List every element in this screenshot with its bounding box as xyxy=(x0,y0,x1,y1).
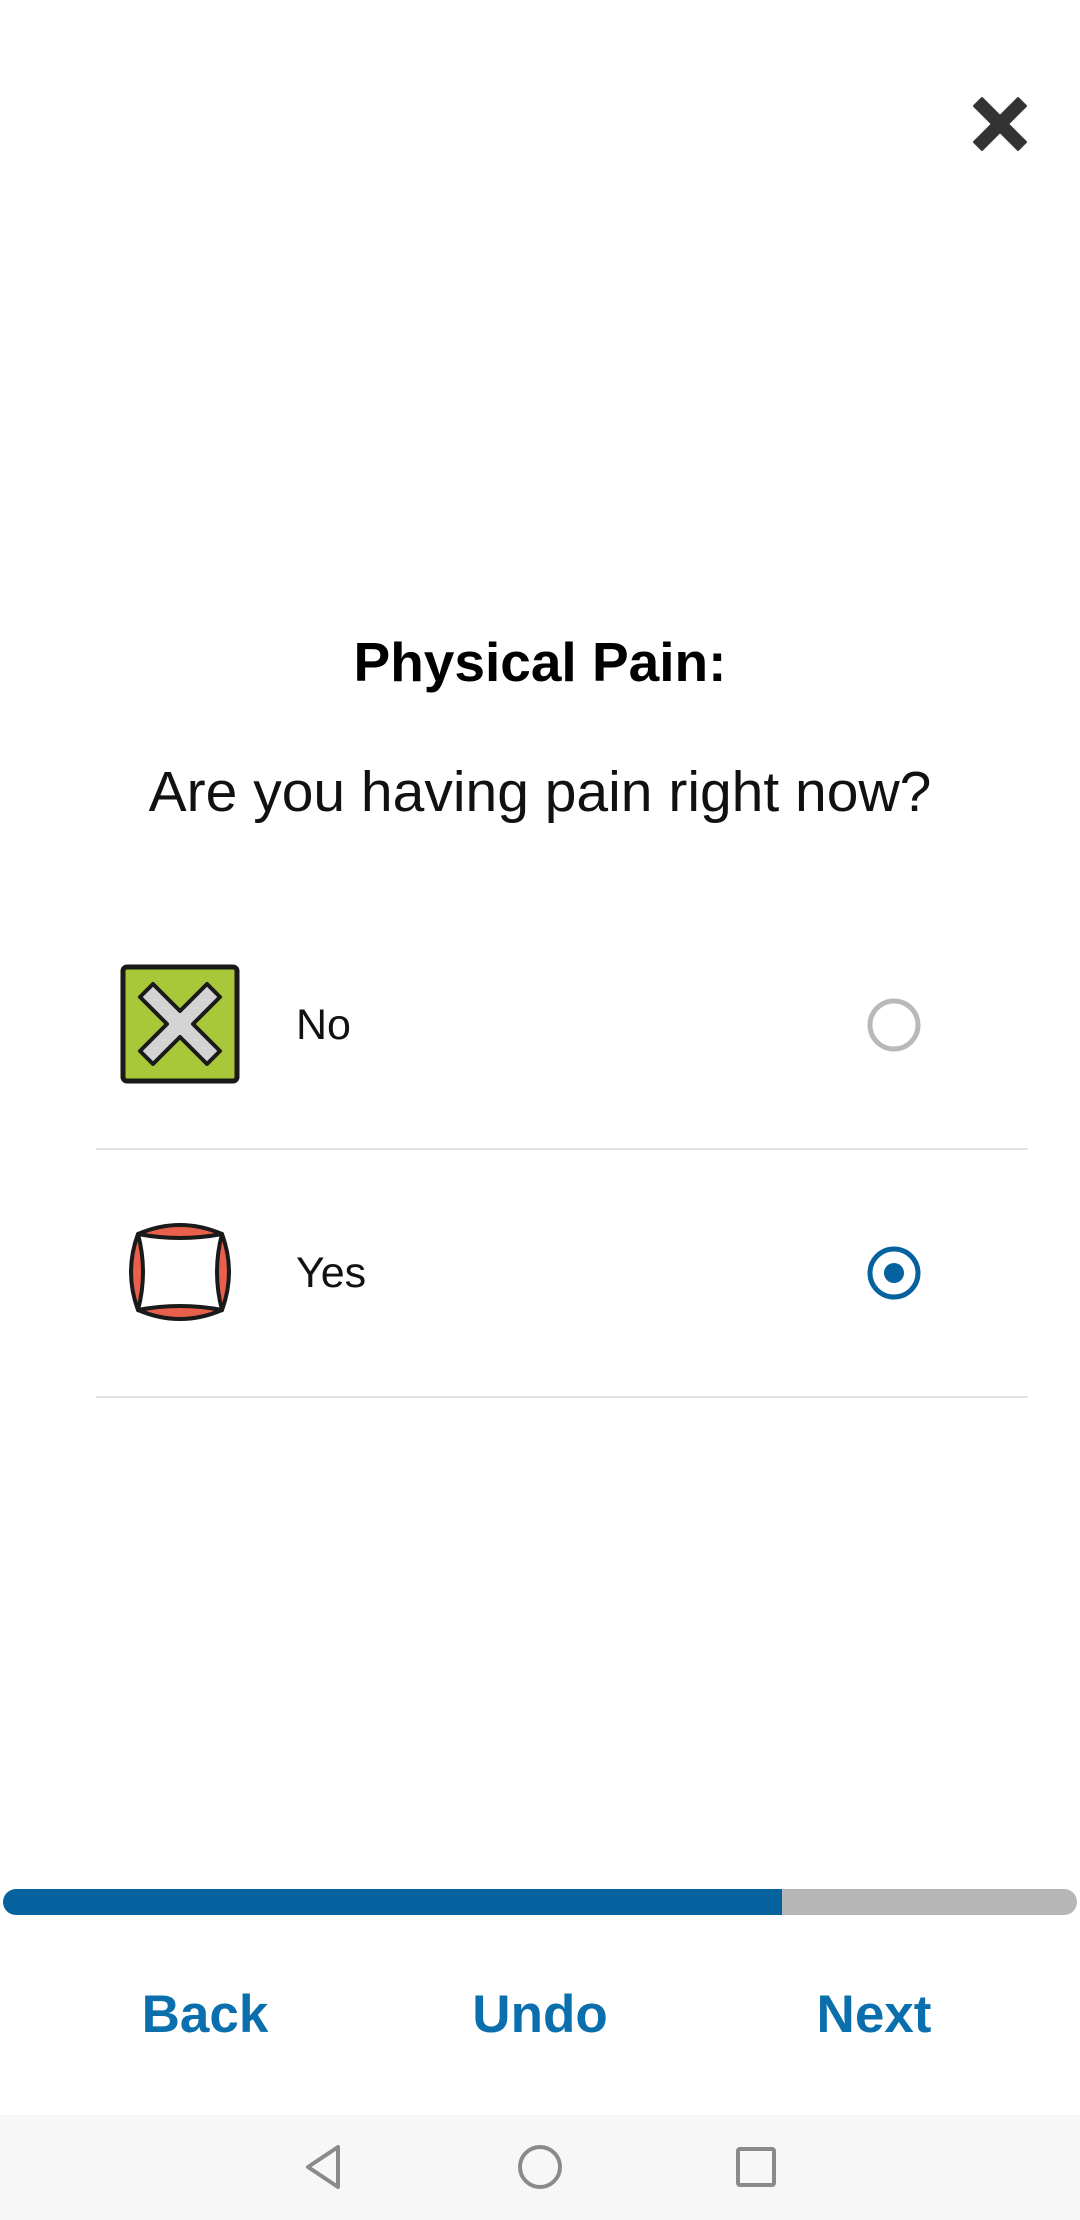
system-back-icon[interactable] xyxy=(294,2137,354,2197)
radio-yes[interactable] xyxy=(866,1245,922,1301)
next-button[interactable]: Next xyxy=(754,1975,994,2055)
radio-no[interactable] xyxy=(866,997,922,1053)
close-button[interactable] xyxy=(968,92,1032,156)
option-no-label: No xyxy=(296,1001,351,1049)
survey-screen: Physical Pain: Are you having pain right… xyxy=(0,0,1080,2220)
question-text: Are you having pain right now? xyxy=(148,760,932,824)
option-yes[interactable]: Yes xyxy=(96,1150,1028,1398)
close-icon xyxy=(973,97,1027,151)
cross-mark-icon xyxy=(120,964,240,1084)
section-title: Physical Pain: xyxy=(353,631,727,693)
undo-button[interactable]: Undo xyxy=(420,1975,660,2055)
option-no[interactable]: No xyxy=(96,902,1028,1150)
option-yes-label: Yes xyxy=(296,1249,367,1297)
system-navigation-bar xyxy=(0,2115,1080,2220)
system-home-icon[interactable] xyxy=(510,2137,570,2197)
back-button[interactable]: Back xyxy=(85,1975,325,2055)
anger-symbol-icon xyxy=(129,1223,231,1321)
progress-fill xyxy=(3,1889,782,1915)
progress-bar xyxy=(3,1889,1077,1915)
system-recents-icon[interactable] xyxy=(726,2137,786,2197)
